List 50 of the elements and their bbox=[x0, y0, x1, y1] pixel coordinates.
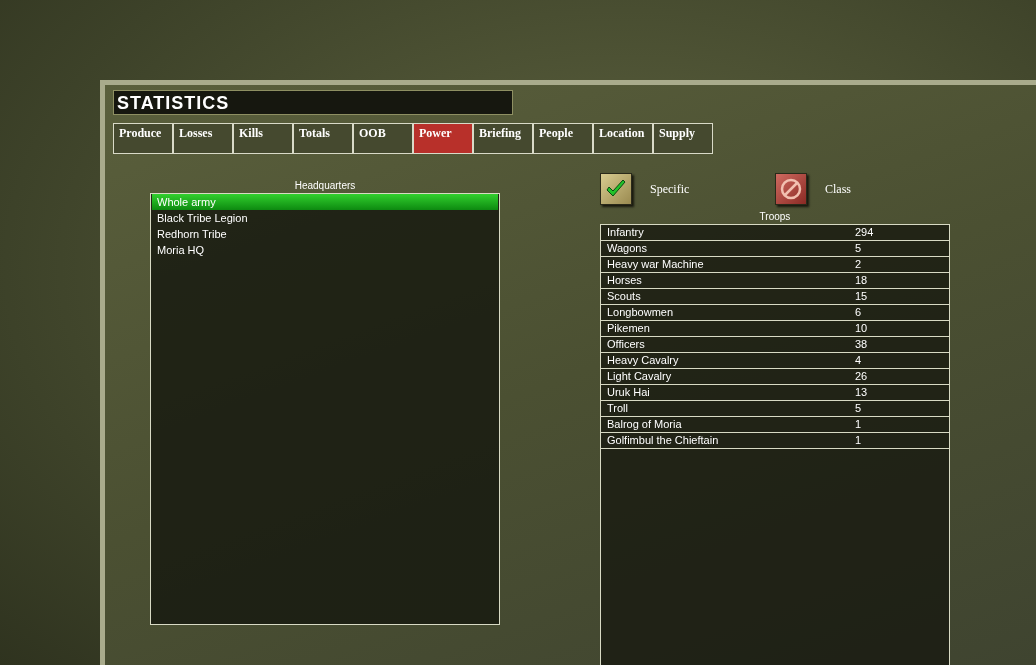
table-cell: 13 bbox=[855, 385, 868, 400]
table-cell-text: Scouts bbox=[606, 289, 642, 304]
tab[interactable]: Location bbox=[593, 123, 653, 154]
tab[interactable]: Kills bbox=[233, 123, 293, 154]
table-cell-text: Golfimbul the Chieftain bbox=[606, 433, 720, 448]
filter-label: Class bbox=[825, 181, 851, 197]
table-cell: 4 bbox=[855, 353, 862, 368]
table-cell-text: Uruk Hai bbox=[606, 385, 651, 400]
window-title: STATISTICS bbox=[113, 90, 513, 115]
table-cell-text: Officers bbox=[606, 337, 646, 352]
table-cell-text: Heavy war Machine bbox=[606, 257, 705, 272]
table-cell: 15 bbox=[855, 289, 868, 304]
table-cell: 2 bbox=[855, 257, 862, 272]
tab[interactable]: OOB bbox=[353, 123, 413, 154]
table-cell-text: Pikemen bbox=[606, 321, 651, 336]
tab[interactable]: Produce bbox=[113, 123, 173, 154]
tab[interactable]: People bbox=[533, 123, 593, 154]
list-item[interactable]: Redhorn Tribe bbox=[152, 226, 498, 242]
table-cell-text: Infantry bbox=[606, 225, 645, 240]
table-cell: 38 bbox=[855, 337, 868, 352]
prohibit-button[interactable] bbox=[775, 173, 807, 205]
table-cell-text: Troll bbox=[606, 401, 629, 416]
table-cell-text: Balrog of Moria bbox=[606, 417, 683, 432]
table-cell: 1 bbox=[855, 433, 862, 448]
filter-label: Specific bbox=[650, 181, 690, 197]
list-item[interactable]: Moria HQ bbox=[152, 242, 498, 258]
table-cell: 294 bbox=[855, 225, 874, 240]
table-cell-text: Heavy Cavalry bbox=[606, 353, 680, 368]
prohibit-icon bbox=[779, 177, 803, 201]
list-heading: Headquarters bbox=[294, 179, 356, 193]
tab[interactable]: Power bbox=[413, 123, 473, 154]
tab[interactable]: Briefing bbox=[473, 123, 533, 154]
tab[interactable]: Losses bbox=[173, 123, 233, 154]
table-cell: 10 bbox=[855, 321, 868, 336]
table-cell: 5 bbox=[855, 401, 862, 416]
check-icon bbox=[605, 179, 627, 199]
check-button[interactable] bbox=[600, 173, 632, 205]
table-cell-text: Light Cavalry bbox=[606, 369, 673, 384]
table-heading: Troops bbox=[759, 210, 791, 224]
table-cell: 26 bbox=[855, 369, 868, 384]
table-cell: 5 bbox=[855, 241, 862, 256]
tab[interactable]: Supply bbox=[653, 123, 713, 154]
table-cell: 1 bbox=[855, 417, 862, 432]
tab[interactable]: Totals bbox=[293, 123, 353, 154]
table-cell: 6 bbox=[855, 305, 862, 320]
table-cell-text: Wagons bbox=[606, 241, 648, 256]
table-cell-text: Horses bbox=[606, 273, 643, 288]
list-item[interactable]: Black Tribe Legion bbox=[152, 210, 498, 226]
table-cell: 18 bbox=[855, 273, 868, 288]
table-cell-text: Longbowmen bbox=[606, 305, 675, 320]
